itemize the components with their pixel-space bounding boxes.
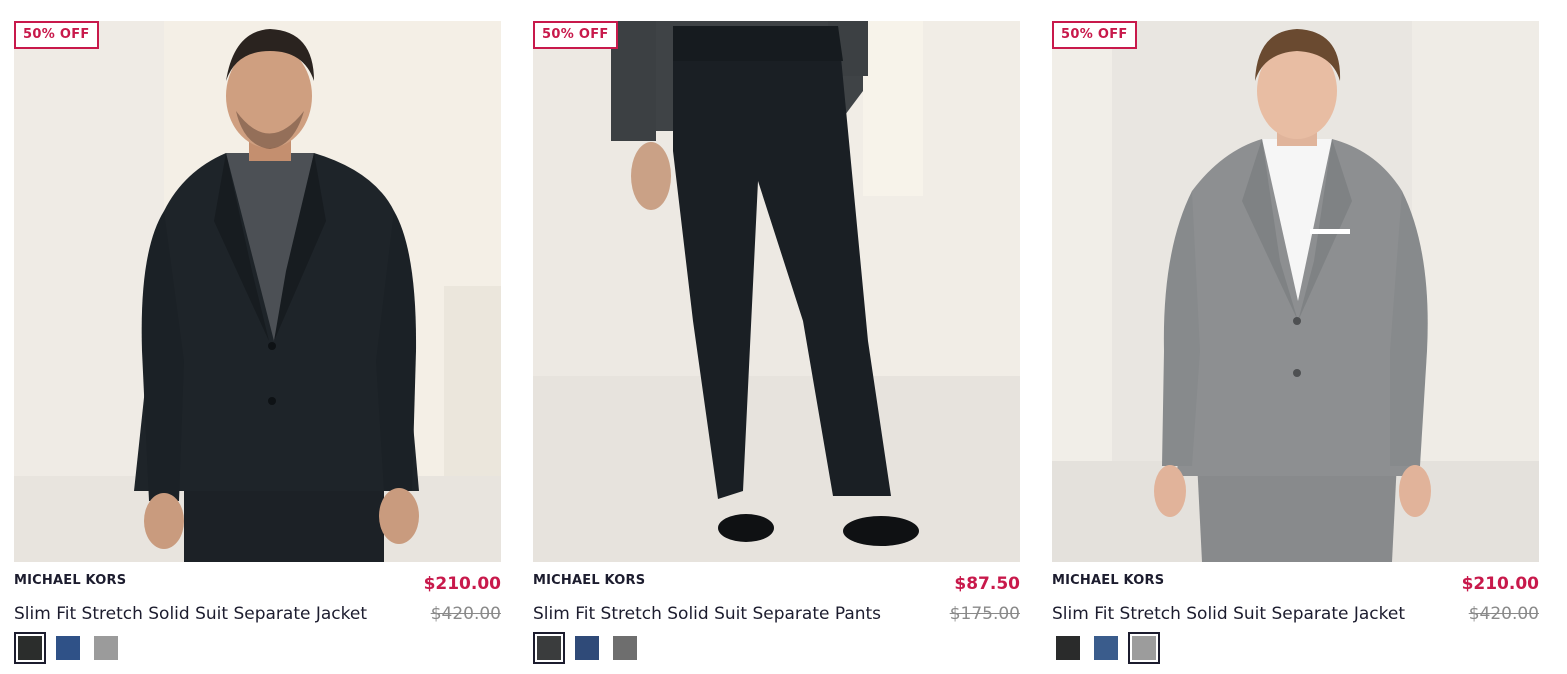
product-grid: 50% OFF MICHAEL KORS $210.00 Slim Fit St… — [0, 0, 1567, 674]
product-name-link[interactable]: Slim Fit Stretch Solid Suit Separate Pan… — [533, 604, 881, 624]
product-image-link[interactable]: 50% OFF — [14, 21, 501, 562]
sale-price: $210.00 — [1461, 574, 1539, 594]
swatch-black[interactable] — [533, 632, 565, 664]
swatch-color — [94, 636, 118, 660]
product-card: 50% OFF MICHAEL KORS $210.00 Slim Fit St… — [1052, 21, 1539, 674]
swatch-color — [18, 636, 42, 660]
swatch-color — [56, 636, 80, 660]
model-grey-suit-jacket-icon — [1052, 21, 1539, 562]
swatch-color — [537, 636, 561, 660]
sale-price: $87.50 — [954, 574, 1020, 594]
swatch-color — [1132, 636, 1156, 660]
original-price: $420.00 — [430, 604, 501, 624]
swatch-grey[interactable] — [609, 632, 641, 664]
swatch-color — [613, 636, 637, 660]
swatch-grey[interactable] — [1128, 632, 1160, 664]
product-brand: MICHAEL KORS — [1052, 573, 1165, 588]
product-image-link[interactable]: 50% OFF — [533, 21, 1020, 562]
original-price: $420.00 — [1468, 604, 1539, 624]
color-swatches — [14, 632, 122, 664]
product-card: 50% OFF MICHAEL KORS $210.00 Slim Fit St… — [14, 21, 501, 674]
discount-badge: 50% OFF — [14, 21, 99, 49]
swatch-color — [1094, 636, 1118, 660]
discount-badge: 50% OFF — [533, 21, 618, 49]
product-brand: MICHAEL KORS — [14, 573, 127, 588]
sale-price: $210.00 — [423, 574, 501, 594]
swatch-color — [575, 636, 599, 660]
swatch-black[interactable] — [1052, 632, 1084, 664]
swatch-black[interactable] — [14, 632, 46, 664]
product-brand: MICHAEL KORS — [533, 573, 646, 588]
product-name-link[interactable]: Slim Fit Stretch Solid Suit Separate Jac… — [14, 604, 367, 624]
discount-badge: 50% OFF — [1052, 21, 1137, 49]
model-black-suit-jacket-icon — [14, 21, 501, 562]
product-card: 50% OFF MICHAEL KORS $87.50 Slim Fit Str… — [533, 21, 1020, 674]
product-name-link[interactable]: Slim Fit Stretch Solid Suit Separate Jac… — [1052, 604, 1405, 624]
product-image-link[interactable]: 50% OFF — [1052, 21, 1539, 562]
color-swatches — [533, 632, 641, 664]
swatch-color — [1056, 636, 1080, 660]
color-swatches — [1052, 632, 1160, 664]
original-price: $175.00 — [949, 604, 1020, 624]
model-black-suit-pants-icon — [533, 21, 1020, 562]
swatch-blue[interactable] — [52, 632, 84, 664]
swatch-grey[interactable] — [90, 632, 122, 664]
swatch-blue[interactable] — [1090, 632, 1122, 664]
swatch-blue[interactable] — [571, 632, 603, 664]
